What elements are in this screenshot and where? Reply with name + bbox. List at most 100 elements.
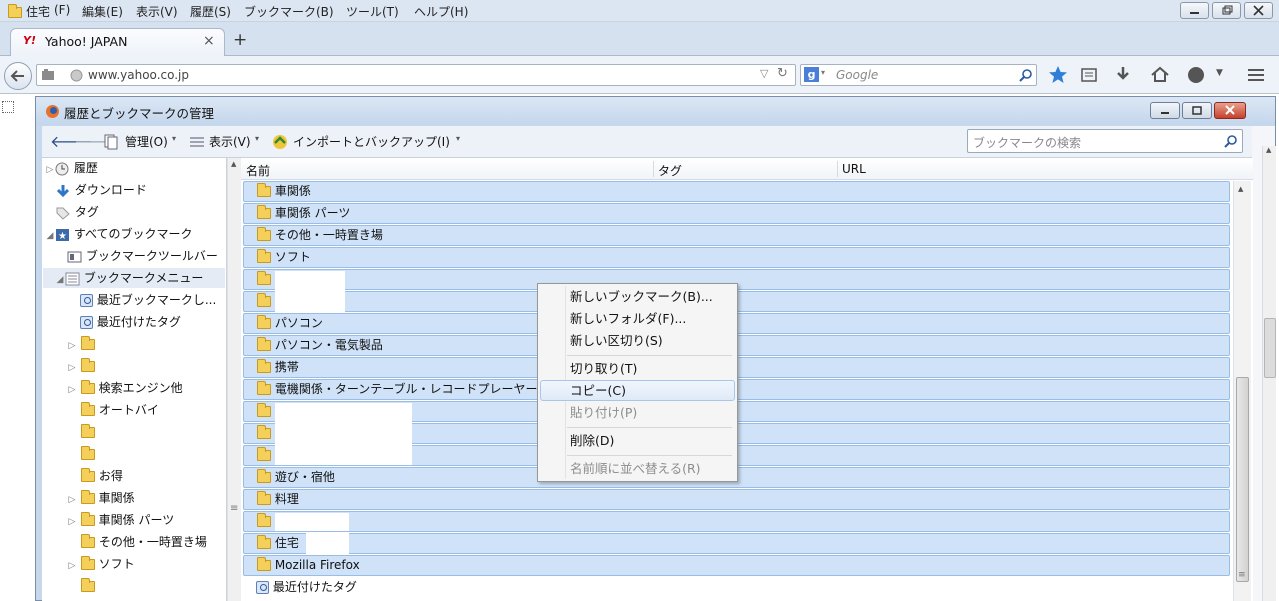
column-tags[interactable]: タグ: [658, 162, 682, 179]
list-row[interactable]: その他・一時置き場: [243, 225, 1230, 246]
menu-tools[interactable]: ツール(T): [346, 3, 399, 20]
addon-circle-icon[interactable]: [1186, 65, 1206, 85]
menu-history[interactable]: 履歴(S): [190, 3, 231, 20]
column-name[interactable]: 名前: [246, 162, 270, 179]
menu-item-new-bookmark[interactable]: 新しいブックマーク(B)...: [570, 287, 713, 307]
tab-yahoo[interactable]: Y! Yahoo! JAPAN ×: [10, 28, 225, 56]
downloads-icon[interactable]: [1114, 65, 1132, 83]
tree-item-recent-tags[interactable]: 最近付けたタグ: [80, 312, 181, 332]
tab-label: Yahoo! JAPAN: [45, 34, 128, 49]
restore-button[interactable]: [1212, 2, 1241, 19]
url-text[interactable]: www.yahoo.co.jp: [88, 68, 189, 82]
views-dropdown-icon: ▾: [255, 134, 260, 143]
list-row[interactable]: [243, 511, 1230, 532]
tree-item-folder[interactable]: ▷: [67, 334, 95, 354]
views-menu[interactable]: 表示(V): [209, 133, 251, 150]
search-bar[interactable]: g ▾ Google: [800, 64, 1037, 86]
tree-item-tags[interactable]: タグ: [55, 202, 99, 222]
menu-item-cut[interactable]: 切り取り(T): [570, 359, 637, 379]
tree-item-software[interactable]: ▷ ソフト: [67, 554, 135, 574]
tree-label: 車関係: [98, 491, 135, 505]
tree-item-search-engines[interactable]: ▷ 検索エンジン他: [67, 378, 183, 398]
menu-item-delete[interactable]: 削除(D): [570, 431, 614, 451]
list-scrollbar[interactable]: ▲ ≡: [1233, 181, 1251, 601]
row-name: 料理: [274, 492, 299, 506]
folder-icon: [257, 205, 271, 219]
menu-view[interactable]: 表示(V): [136, 3, 178, 20]
menu-file[interactable]: (F): [54, 3, 70, 17]
home-icon[interactable]: [1150, 65, 1170, 83]
addon-dropdown-icon[interactable]: ▼: [1216, 68, 1223, 78]
new-tab-button[interactable]: +: [233, 30, 247, 50]
google-engine-icon[interactable]: g: [804, 67, 819, 82]
menu-item-copy[interactable]: コピー(C): [570, 381, 626, 401]
list-row[interactable]: 料理: [243, 489, 1230, 510]
folder-icon: [257, 491, 271, 505]
menu-item-paste[interactable]: 貼り付け(P): [570, 403, 637, 423]
tree-item-downloads[interactable]: ダウンロード: [55, 180, 147, 200]
tree-label: オートバイ: [98, 403, 159, 417]
tree-scroll-up-icon[interactable]: ▲: [231, 160, 236, 168]
menu-item-new-separator[interactable]: 新しい区切り(S): [570, 331, 663, 351]
back-button[interactable]: [4, 62, 32, 90]
tree-item-car[interactable]: ▷ 車関係: [67, 488, 135, 508]
import-dropdown-icon: ▾: [456, 134, 461, 143]
tree-item-recent-bookmarks[interactable]: 最近ブックマークし...: [80, 290, 216, 310]
tree-item-bookmarks-toolbar[interactable]: ブックマークツールバー: [67, 246, 218, 266]
yahoo-favicon-icon: Y!: [23, 34, 36, 47]
engine-dropdown-icon[interactable]: ▾: [821, 68, 825, 77]
menu-bookmarks[interactable]: ブックマーク(B): [244, 3, 334, 20]
menu-edit[interactable]: 編集(E): [82, 3, 123, 20]
list-scroll-up-icon[interactable]: ▲: [1238, 185, 1243, 193]
list-scroll-thumb[interactable]: [1236, 377, 1249, 582]
page-scrollbar[interactable]: ▲: [1262, 146, 1276, 601]
library-maximize-button[interactable]: [1182, 102, 1212, 119]
page-scroll-up-icon[interactable]: ▲: [1266, 146, 1271, 154]
tree-splitter-grip-icon[interactable]: ≡: [230, 503, 238, 514]
folder-icon: [80, 556, 95, 570]
list-row[interactable]: 車関係 パーツ: [243, 203, 1230, 224]
bookmarks-menu-icon[interactable]: [1080, 66, 1098, 84]
organize-menu[interactable]: 管理(O): [125, 133, 168, 150]
list-row[interactable]: 車関係: [243, 181, 1230, 202]
folder-icon: [257, 337, 271, 351]
list-row[interactable]: Mozilla Firefox: [243, 555, 1230, 576]
list-row[interactable]: 最近付けたタグ: [243, 577, 1230, 598]
tree-scrollbar[interactable]: ▲ ≡: [227, 158, 241, 601]
menu-item-new-folder[interactable]: 新しいフォルダ(F)...: [570, 309, 686, 329]
minimize-button[interactable]: [1180, 2, 1209, 19]
import-backup-menu[interactable]: インポートとバックアップ(I): [293, 133, 450, 150]
bookmark-star-icon[interactable]: [1048, 65, 1068, 85]
tree-item-folder[interactable]: ▷: [67, 356, 95, 376]
history-dropdown-icon[interactable]: ▽: [760, 67, 768, 80]
tree-item-folder[interactable]: [81, 444, 95, 464]
url-bar[interactable]: www.yahoo.co.jp ▽ ↻: [36, 64, 796, 86]
row-name: パソコン: [274, 316, 323, 330]
library-minimize-button[interactable]: [1150, 102, 1180, 119]
menu-help[interactable]: ヘルプ(H): [414, 3, 468, 20]
hamburger-menu-icon[interactable]: [1246, 66, 1266, 84]
library-search-icon[interactable]: [1224, 134, 1238, 148]
menu-item-sort-by-name[interactable]: 名前順に並べ替える(R): [570, 459, 701, 479]
close-window-button[interactable]: [1244, 2, 1273, 19]
tree-item-motorcycle[interactable]: オートバイ: [81, 400, 159, 420]
tree-item-other-temp[interactable]: その他・一時置き場: [81, 532, 207, 552]
search-icon[interactable]: [1019, 68, 1033, 82]
library-search-field[interactable]: ブックマークの検索: [967, 129, 1243, 153]
page-scroll-thumb[interactable]: [1264, 318, 1276, 378]
tree-item-folder[interactable]: [81, 576, 95, 596]
folder-icon: [257, 535, 271, 549]
tree-item-deals[interactable]: お得: [81, 466, 123, 486]
tree-item-folder[interactable]: [81, 422, 95, 442]
list-row[interactable]: 住宅: [243, 533, 1230, 554]
tree-item-bookmarks-menu[interactable]: ◢ ブックマークメニュー: [55, 268, 203, 288]
tab-close-icon[interactable]: ×: [203, 33, 215, 49]
reload-icon[interactable]: ↻: [777, 66, 788, 81]
column-url[interactable]: URL: [842, 162, 866, 176]
list-row[interactable]: ソフト: [243, 247, 1230, 268]
tree-item-history[interactable]: ▷ 履歴: [45, 158, 98, 178]
library-close-button[interactable]: [1214, 102, 1246, 119]
tree-item-all-bookmarks[interactable]: ◢ ★ すべてのブックマーク: [45, 224, 193, 244]
folder-icon: [257, 183, 271, 197]
tree-item-car-parts[interactable]: ▷ 車関係 パーツ: [67, 510, 174, 530]
